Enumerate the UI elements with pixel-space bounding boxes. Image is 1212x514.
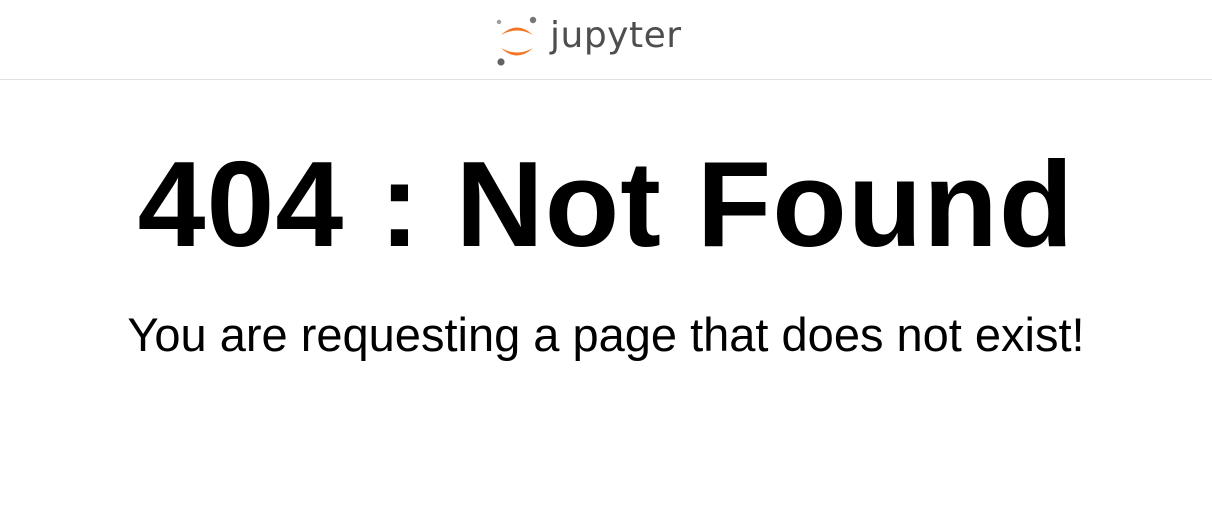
header-bar: jupyter — [0, 0, 1212, 80]
error-title: 404 : Not Found — [137, 136, 1075, 272]
jupyter-logo-link[interactable]: jupyter — [494, 12, 682, 68]
jupyter-logo-icon — [496, 16, 537, 66]
jupyter-wordmark: jupyter — [550, 15, 682, 56]
error-message: You are requesting a page that does not … — [127, 308, 1085, 361]
